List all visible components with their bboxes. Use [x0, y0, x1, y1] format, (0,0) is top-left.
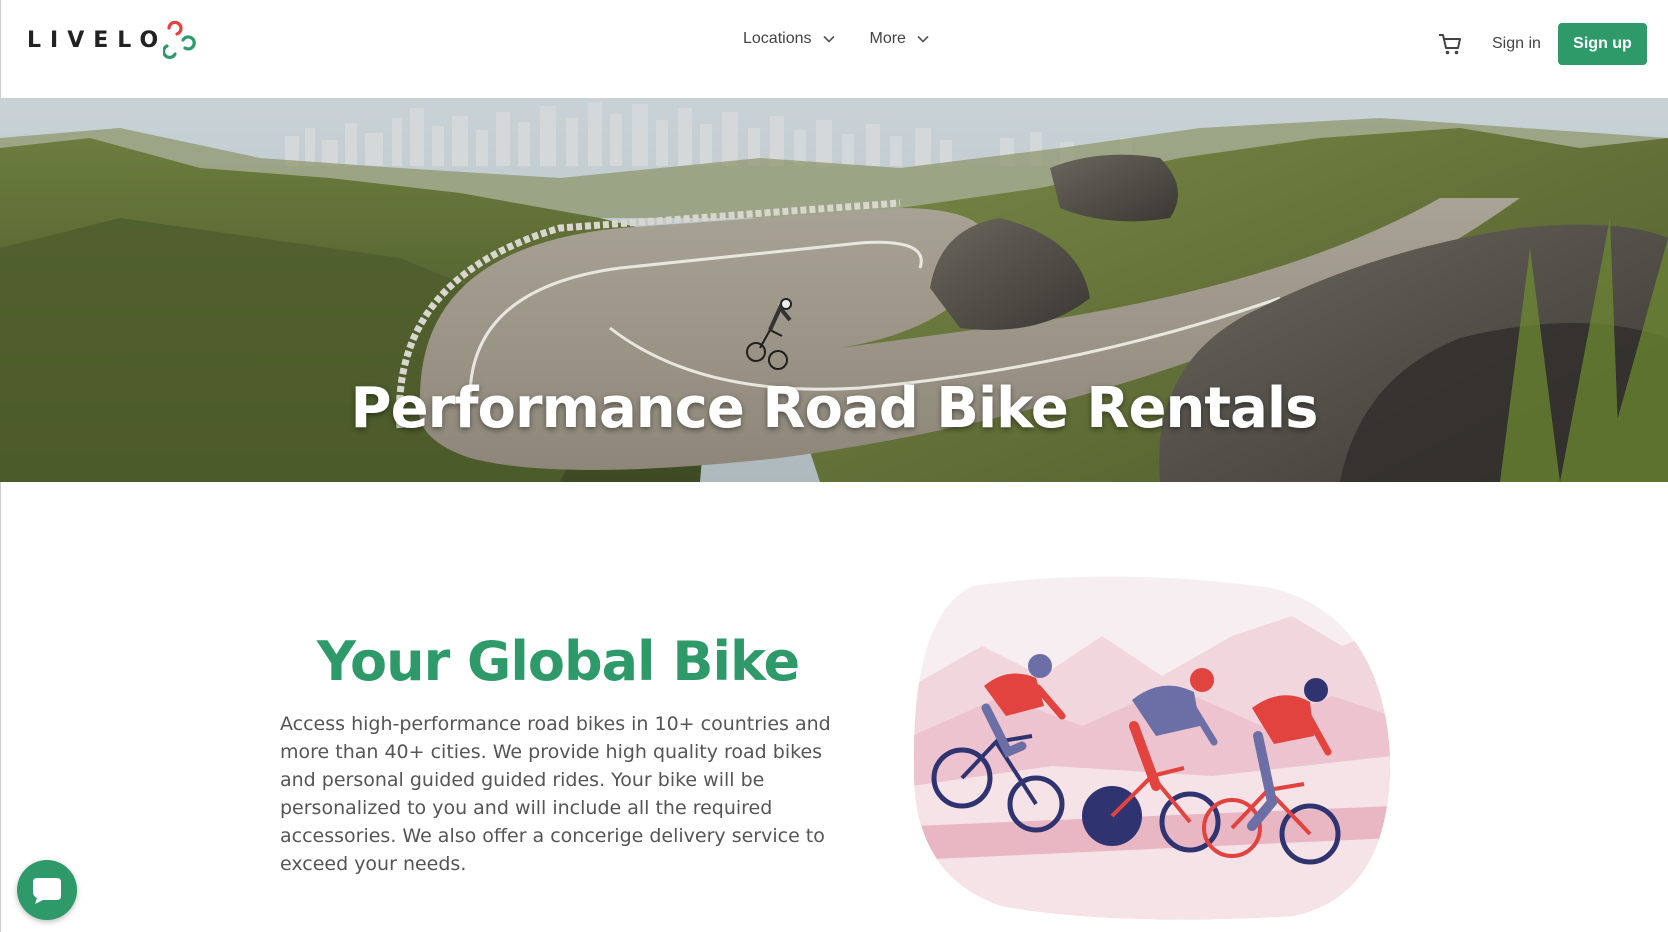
chevron-down-icon [917, 35, 929, 43]
hero-banner: Performance Road Bike Rentals [0, 98, 1668, 482]
nav-locations[interactable]: Locations [743, 30, 836, 48]
chat-widget-button[interactable] [17, 860, 77, 920]
chat-bubble-icon [33, 878, 61, 904]
brand-logo[interactable]: LIVELO [27, 18, 197, 62]
cart-icon[interactable] [1437, 31, 1463, 57]
nav-more[interactable]: More [870, 30, 930, 48]
main-nav: Locations More [743, 30, 930, 48]
section-title: Your Global Bike [316, 630, 800, 693]
logo-mark-icon [163, 20, 197, 59]
sign-up-button[interactable]: Sign up [1558, 23, 1647, 65]
nav-more-label: More [869, 30, 906, 47]
site-header: LIVELO Locations More Sign in Sign up [0, 0, 1668, 98]
page-left-border [0, 482, 1, 932]
section-description: Access high-performance road bikes in 10… [280, 713, 831, 875]
cyclists-illustration [913, 576, 1391, 920]
hero-title: Performance Road Bike Rentals [350, 376, 1319, 441]
sign-in-link[interactable]: Sign in [1492, 35, 1541, 53]
chevron-down-icon [822, 35, 835, 43]
nav-locations-label: Locations [743, 30, 812, 47]
brand-name: LIVELO [27, 27, 168, 53]
